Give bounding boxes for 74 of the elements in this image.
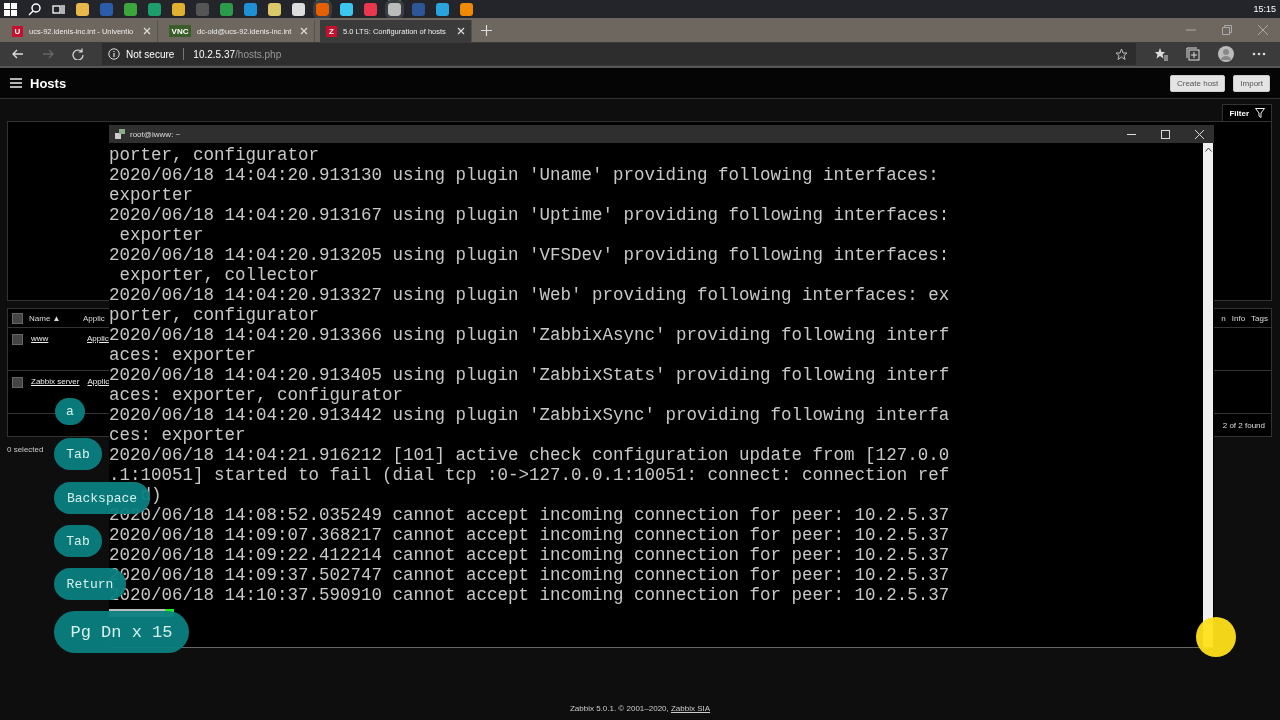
header-button[interactable]: Create host — [1169, 74, 1226, 92]
app-icon[interactable] — [268, 2, 281, 16]
terminal-line: 2020/06/18 14:04:20.913366 using plugin 'ZabbixAsync' providing following interf — [109, 325, 950, 345]
terminal-line: exporter — [109, 185, 193, 205]
app-icon[interactable] — [124, 2, 137, 16]
back-icon[interactable] — [12, 48, 24, 60]
terminal-line: 2020/06/18 14:04:20.913205 using plugin 'VFSDev' providing following interfaces: — [109, 245, 950, 265]
host-link[interactable]: Zabbix server — [31, 377, 80, 386]
search-icon[interactable] — [28, 2, 41, 16]
column-header[interactable]: Name ▲ — [29, 313, 77, 323]
window-title: root@iwww: ~ — [130, 129, 181, 139]
app-icon[interactable] — [436, 2, 449, 16]
terminal-icon — [115, 129, 125, 139]
checkbox[interactable] — [12, 334, 23, 345]
site-icon: Z — [326, 25, 337, 37]
menu-icon[interactable] — [10, 78, 22, 88]
checkbox[interactable] — [12, 312, 23, 324]
column-header: Info — [1231, 313, 1246, 323]
terminal-line: porter, configurator — [109, 145, 320, 165]
site-icon: VNC — [169, 25, 191, 37]
column-header: Tags — [1251, 313, 1268, 323]
terminal-line: 2020/06/18 14:04:20.913442 using plugin 'ZabbixSync' providing following interfa — [109, 405, 950, 425]
maximize-icon[interactable] — [1161, 129, 1170, 139]
terminal-line: 2020/06/18 14:08:52.035249 cannot accept incoming connection for peer: 10.2.5.37 — [109, 505, 950, 525]
new-tab-icon[interactable] — [481, 25, 492, 36]
filter-icon — [1255, 108, 1265, 118]
terminal-line: 2020/06/18 14:04:20.913327 using plugin 'Web' providing following interfaces: ex — [109, 285, 950, 305]
result-count: 2 of 2 found — [1222, 420, 1265, 430]
terminal-line: porter, configurator — [109, 305, 320, 325]
keystroke-bubble: Pg Dn x 15 — [54, 611, 189, 653]
task-view-icon[interactable] — [52, 2, 65, 16]
column-header: n — [1221, 313, 1226, 323]
terminal-line: ces: exporter — [109, 425, 246, 445]
reload-icon[interactable] — [72, 48, 84, 60]
terminal-line: 2020/06/18 14:04:21.916212 [101] active check configuration update from [127.0.0 — [109, 445, 950, 465]
header-button[interactable]: Import — [1233, 74, 1270, 92]
app-icon[interactable] — [292, 2, 305, 16]
filter-tab[interactable]: Filter — [1222, 104, 1272, 121]
terminal-line: 2020/06/18 14:04:20.913130 using plugin 'Uname' providing following interfaces: — [109, 165, 939, 185]
checkbox[interactable] — [12, 377, 23, 388]
footer-text: Zabbix 5.0.1. © 2001–2020, Zabbix SIA — [568, 704, 712, 715]
terminal-line: .1:10051] started to fail (dial tcp :0->127.0.0.1:10051: connect: connection ref — [109, 465, 950, 485]
windows-logo-icon[interactable] — [4, 2, 17, 16]
more-icon[interactable] — [1252, 52, 1266, 56]
table-cell[interactable]: Applic — [87, 377, 110, 386]
app-icon[interactable] — [172, 2, 185, 16]
terminal-line: aces: exporter, configurator — [109, 385, 404, 405]
app-icon[interactable] — [76, 2, 89, 16]
column-header: Applic — [83, 313, 105, 323]
app-icon[interactable] — [388, 2, 401, 16]
info-icon[interactable] — [108, 48, 120, 60]
security-label[interactable]: Not secure — [126, 48, 175, 60]
page-title: Hosts — [30, 75, 67, 91]
app-icon[interactable] — [340, 2, 353, 16]
terminal-line: exporter — [118, 225, 204, 245]
site-icon: U — [12, 25, 23, 37]
scroll-up-icon[interactable] — [1204, 147, 1212, 152]
terminal-line: 2020/06/18 14:04:20.913167 using plugin 'Uptime' providing following interfaces: — [109, 205, 950, 225]
terminal-line: 2020/06/18 14:04:20.913405 using plugin 'ZabbixStats' providing following interf — [109, 365, 950, 385]
collections-icon[interactable] — [1186, 47, 1200, 61]
star-icon[interactable] — [1115, 47, 1128, 61]
terminal-line: exporter, collector — [118, 265, 320, 285]
terminal-line: 2020/06/18 14:09:22.412214 cannot accept incoming connection for peer: 10.2.5.37 — [109, 545, 950, 565]
address-field[interactable]: 10.2.5.37/hosts.php — [193, 48, 282, 60]
footer-link[interactable]: Zabbix SIA — [670, 704, 711, 713]
avatar-icon[interactable] — [1218, 46, 1234, 62]
terminal-line: 2020/06/18 14:09:07.368217 cannot accept incoming connection for peer: 10.2.5.37 — [109, 525, 950, 545]
clock: 15:15 — [1253, 4, 1277, 14]
terminal-line: aces: exporter — [109, 345, 257, 365]
selected-count: 0 selected — [7, 445, 44, 454]
table-cell[interactable]: Applic — [87, 334, 109, 343]
host-link[interactable]: www — [31, 334, 79, 343]
app-icon[interactable] — [460, 2, 473, 16]
favorites-icon[interactable] — [1154, 47, 1168, 61]
